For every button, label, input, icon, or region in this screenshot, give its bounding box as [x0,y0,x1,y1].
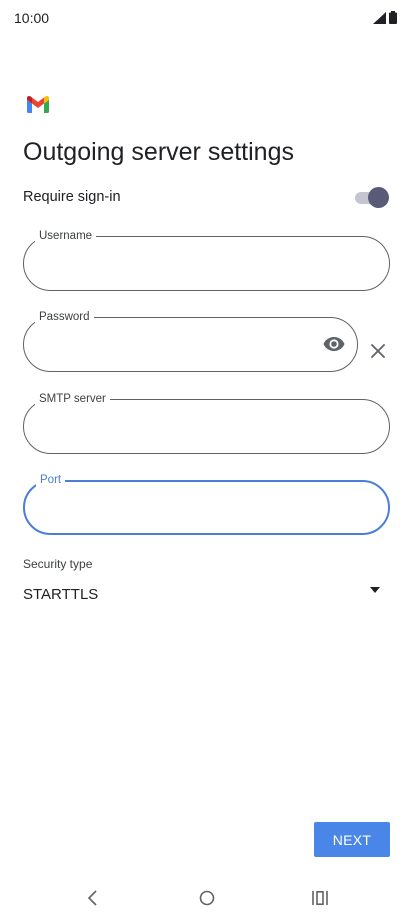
gmail-logo [27,96,49,113]
require-signin-row: Require sign-in [23,186,389,210]
next-button[interactable]: NEXT [314,822,390,857]
password-field[interactable]: Password [23,309,358,372]
battery-icon [389,11,397,24]
password-input[interactable] [42,331,317,357]
recents-icon[interactable] [308,886,332,910]
smtp-server-field[interactable]: SMTP server [23,391,390,454]
password-label: Password [35,309,94,325]
username-field[interactable]: Username [23,228,390,291]
close-icon[interactable] [369,342,387,360]
security-type-dropdown[interactable]: STARTTLS [23,582,385,610]
require-signin-toggle[interactable] [355,187,389,209]
smtp-server-label: SMTP server [35,391,110,407]
port-label: Port [36,472,66,488]
status-bar: 10:00 [0,0,413,36]
eye-icon[interactable] [323,335,345,353]
username-input[interactable] [42,250,349,276]
status-icons [373,11,397,24]
status-time: 10:00 [14,10,50,26]
outgoing-server-settings-screen: 10:00 Outgoing server settings Require s… [0,0,413,920]
home-icon[interactable] [195,886,219,910]
smtp-server-input[interactable] [42,413,349,439]
username-label: Username [35,228,97,244]
require-signin-label: Require sign-in [23,189,121,205]
toggle-thumb [368,187,389,208]
port-field[interactable]: Port [23,472,390,535]
back-icon[interactable] [81,886,105,910]
security-type-value: STARTTLS [23,586,99,603]
signal-icon [373,11,386,24]
security-type-label: Security type [23,557,93,571]
port-input[interactable] [43,495,348,521]
dropdown-arrow-icon [370,587,380,593]
page-title: Outgoing server settings [23,138,294,166]
navigation-bar [0,880,413,920]
